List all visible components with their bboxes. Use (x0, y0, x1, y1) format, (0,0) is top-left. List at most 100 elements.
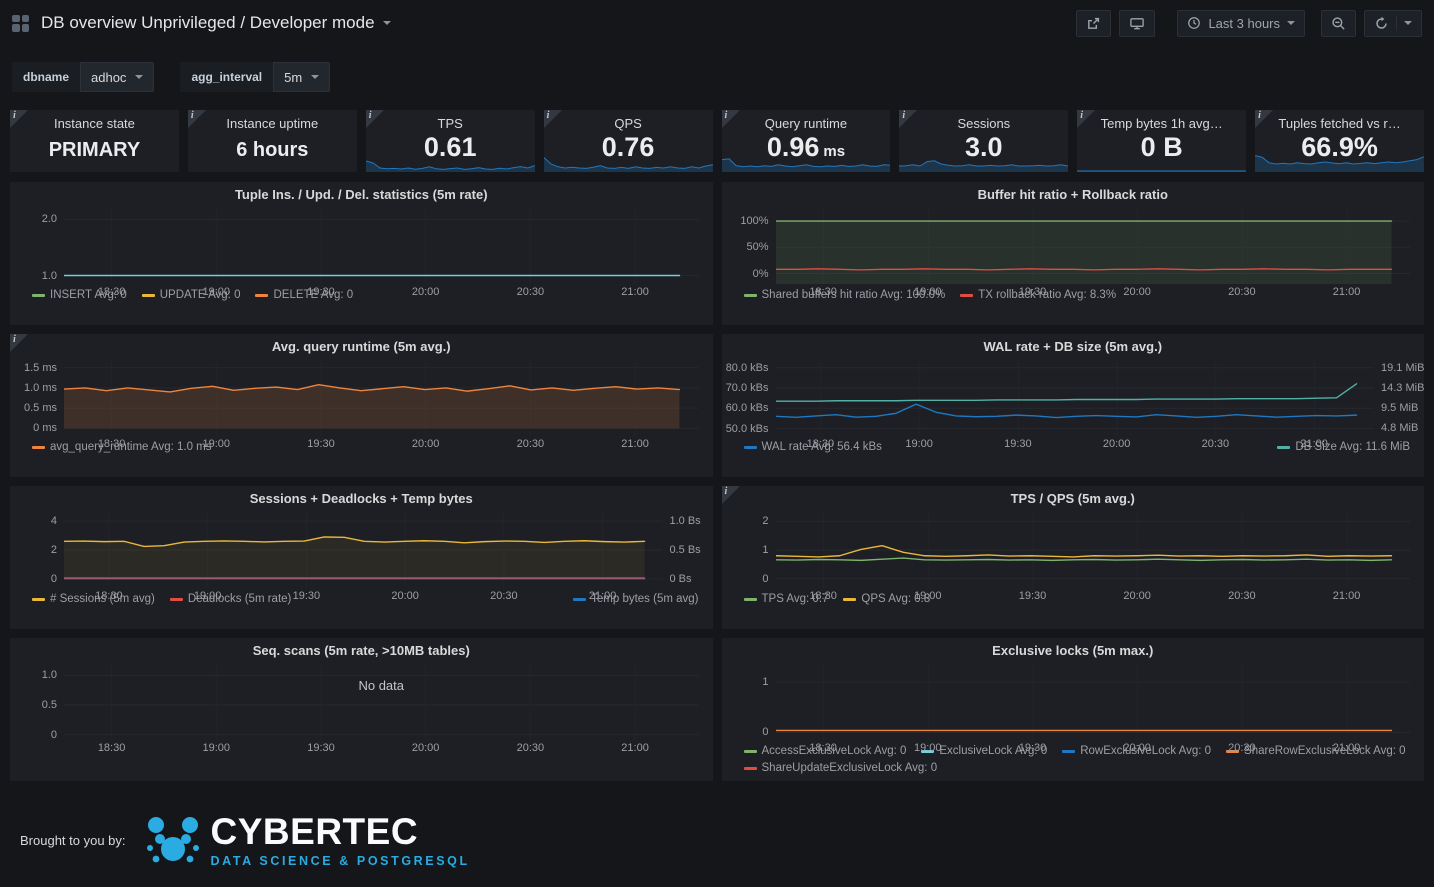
chevron-down-icon (1287, 21, 1295, 25)
y-tick-label: 1.0 (42, 669, 57, 681)
panel-title[interactable]: Seq. scans (5m rate, >10MB tables) (10, 643, 713, 664)
y-tick-label: 2 (51, 544, 57, 556)
info-icon[interactable]: i (1077, 110, 1095, 128)
variable-value-dropdown[interactable]: adhoc (80, 62, 154, 92)
chart-plot[interactable] (776, 360, 1375, 436)
stat-title[interactable]: Tuples fetched vs r… (1255, 116, 1424, 131)
x-tick-label: 19:00 (914, 286, 942, 298)
cybertec-crab-icon (146, 815, 200, 867)
stat-title[interactable]: Instance state (10, 116, 179, 131)
info-icon[interactable]: i (899, 110, 917, 128)
chart-canvas[interactable] (776, 360, 1375, 436)
stat-title[interactable]: Sessions (899, 116, 1068, 131)
x-tick-label: 20:00 (412, 742, 440, 754)
y-tick-label: 1 (762, 544, 768, 556)
panel-seq-scans: Seq. scans (5m rate, >10MB tables) 1.00.… (10, 638, 713, 781)
panel-title[interactable]: Buffer hit ratio + Rollback ratio (722, 187, 1425, 208)
x-tick-label: 19:30 (1019, 590, 1047, 602)
x-tick-label: 21:00 (1333, 590, 1361, 602)
legend-series-marker (255, 294, 268, 297)
info-icon[interactable]: i (1255, 110, 1273, 128)
refresh-button[interactable] (1364, 10, 1422, 37)
panel-title[interactable]: WAL rate + DB size (5m avg.) (722, 339, 1425, 360)
dashboard-title[interactable]: DB overview Unprivileged / Developer mod… (41, 13, 391, 33)
legend-item[interactable]: # Sessions (5m avg) (32, 591, 155, 608)
legend-series-marker (960, 294, 973, 297)
info-icon[interactable]: i (544, 110, 562, 128)
stat-title[interactable]: TPS (366, 116, 535, 131)
x-tick-label: 18:30 (809, 590, 837, 602)
y-tick-label: 100% (740, 215, 768, 227)
grafana-logo-icon[interactable] (12, 15, 29, 32)
chart-canvas[interactable] (776, 208, 1411, 284)
y-tick-label: 19.1 MiB (1381, 362, 1424, 374)
stat-title[interactable]: Query runtime (722, 116, 891, 131)
panel-wal-rate-db-size: WAL rate + DB size (5m avg.) 80.0 kBs70.… (722, 334, 1425, 477)
chart-plot[interactable] (64, 360, 699, 436)
y-tick-label: 0 Bs (670, 573, 692, 585)
stat-title[interactable]: QPS (544, 116, 713, 131)
info-icon[interactable]: i (722, 110, 740, 128)
legend-series-marker (744, 767, 757, 770)
info-icon[interactable]: i (10, 110, 28, 128)
info-icon[interactable]: i (10, 334, 28, 352)
panel-title[interactable]: Sessions + Deadlocks + Temp bytes (10, 491, 713, 512)
stat-panel-tuples-fetched: i Tuples fetched vs r… 66.9% (1255, 110, 1424, 172)
x-tick-label: 18:30 (95, 590, 123, 602)
clock-icon (1187, 16, 1201, 30)
x-tick-label: 21:00 (1333, 742, 1361, 754)
time-range-picker[interactable]: Last 3 hours (1177, 10, 1305, 37)
chart-plot[interactable] (64, 512, 663, 588)
chart-canvas[interactable] (64, 360, 699, 436)
x-tick-label: 18:30 (98, 286, 126, 298)
x-tick-label: 21:00 (621, 438, 649, 450)
chart-plot[interactable] (776, 512, 1411, 588)
topbar-actions: Last 3 hours (1076, 10, 1422, 37)
y-axis-left: 10 (726, 664, 776, 740)
share-button[interactable] (1076, 10, 1111, 37)
chart-canvas[interactable] (64, 208, 699, 284)
legend-series-marker (170, 598, 183, 601)
legend-item[interactable]: DELETE Avg: 0 (255, 287, 353, 304)
info-icon[interactable]: i (188, 110, 206, 128)
chevron-down-icon[interactable] (1404, 21, 1412, 25)
x-tick-label: 20:00 (1123, 286, 1151, 298)
y-tick-label: 80.0 kBs (726, 362, 769, 374)
variable-value-dropdown[interactable]: 5m (273, 62, 330, 92)
stat-title[interactable]: Temp bytes 1h avg… (1077, 116, 1246, 131)
panel-title[interactable]: Tuple Ins. / Upd. / Del. statistics (5m … (10, 187, 713, 208)
panel-title[interactable]: Avg. query runtime (5m avg.) (10, 339, 713, 360)
cybertec-logo: CYBERTEC DATA SCIENCE & POSTGRESQL (146, 813, 470, 868)
x-tick-label: 19:30 (293, 590, 321, 602)
chart-canvas[interactable] (776, 512, 1411, 588)
legend-item[interactable]: ShareUpdateExclusiveLock Avg: 0 (744, 760, 938, 777)
info-icon[interactable]: i (722, 486, 740, 504)
brand-name: CYBERTEC (211, 813, 470, 850)
stat-title[interactable]: Instance uptime (188, 116, 357, 131)
x-tick-label: 20:30 (1228, 742, 1256, 754)
x-tick-label: 18:30 (98, 742, 126, 754)
y-tick-label: 0.5 ms (24, 402, 57, 414)
chart-plot[interactable] (776, 664, 1411, 740)
legend-item[interactable]: Deadlocks (5m rate) (170, 591, 292, 608)
legend-item[interactable]: DB Size Avg: 11.6 MiB (1277, 439, 1410, 456)
stat-value: 0 B (1077, 134, 1246, 161)
chart-canvas[interactable] (64, 512, 663, 588)
panel-title[interactable]: Exclusive locks (5m max.) (722, 643, 1425, 664)
chart-plot[interactable]: No data (64, 664, 699, 740)
zoom-out-button[interactable] (1321, 10, 1356, 37)
x-tick-label: 20:30 (517, 438, 545, 450)
x-tick-label: 18:30 (809, 742, 837, 754)
legend-series-marker (744, 750, 757, 753)
stat-panel-instance-uptime: i Instance uptime 6 hours (188, 110, 357, 172)
tv-mode-button[interactable] (1119, 10, 1155, 37)
x-tick-label: 20:00 (1123, 742, 1151, 754)
chart-plot[interactable] (64, 208, 699, 284)
legend-label: TX rollback ratio Avg: 8.3% (978, 287, 1116, 304)
chart-canvas[interactable] (64, 664, 699, 740)
chart-canvas[interactable] (776, 664, 1411, 740)
chart-plot[interactable] (776, 208, 1411, 284)
info-icon[interactable]: i (366, 110, 384, 128)
x-tick-label: 19:00 (203, 742, 231, 754)
panel-title[interactable]: TPS / QPS (5m avg.) (722, 491, 1425, 512)
